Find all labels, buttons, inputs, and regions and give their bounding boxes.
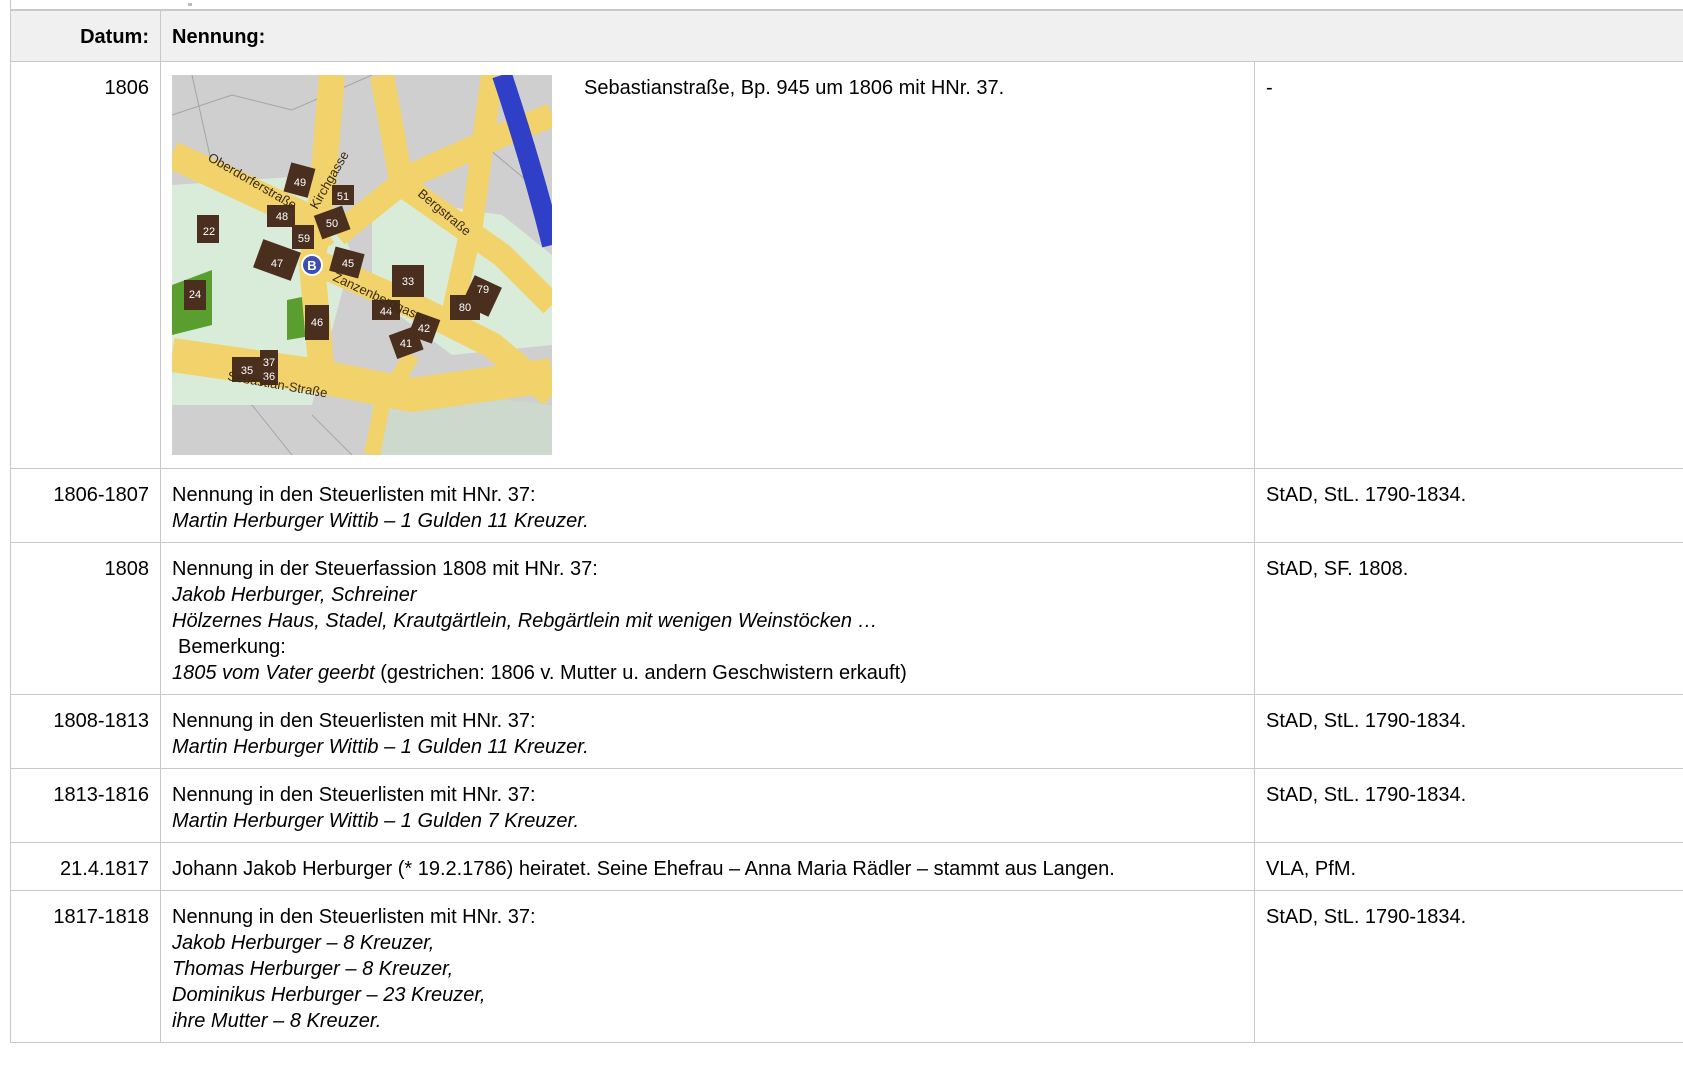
row-entry: 49 51 48 50 22 59 45 47 33 79 80 24 44 4… [160, 61, 1255, 469]
row-note-rest: (gestrichen: 1806 v. Mutter u. andern Ge… [374, 662, 907, 684]
row-source: StAD, StL. 1790-1834. [1254, 890, 1683, 1043]
svg-text:41: 41 [400, 338, 412, 350]
table-row: 1806 49 51 48 50 22 59 45 47 33 79 80 24… [10, 61, 1683, 469]
row-source: StAD, StL. 1790-1834. [1254, 694, 1683, 769]
svg-text:80: 80 [459, 302, 471, 314]
row-entry-text: Nennung in der Steuerfassion 1808 mit HN… [172, 558, 598, 580]
row-entry-detail: ihre Mutter – 8 Kreuzer. [172, 1010, 382, 1032]
svg-text:59: 59 [298, 233, 310, 245]
table-row: 1813-1816 Nennung in den Steuerlisten mi… [10, 768, 1683, 843]
history-table: Datum: Nennung: 1806 49 51 48 50 22 59 4… [10, 10, 1683, 1043]
svg-text:51: 51 [337, 191, 349, 203]
svg-text:24: 24 [189, 289, 201, 301]
row-entry-text: Johann Jakob Herburger (* 19.2.1786) hei… [172, 858, 1115, 880]
row-date: 1817-1818 [10, 890, 161, 1043]
row-source: VLA, PfM. [1254, 842, 1683, 891]
row-entry-detail: Hölzernes Haus, Stadel, Krautgärtlein, R… [172, 610, 878, 632]
row-source: StAD, StL. 1790-1834. [1254, 768, 1683, 843]
svg-text:B: B [307, 258, 316, 273]
row-date: 21.4.1817 [10, 842, 161, 891]
row-date: 1806-1807 [10, 468, 161, 543]
table-header-row: Datum: Nennung: [10, 10, 1683, 62]
row-entry-detail: Martin Herburger Wittib – 1 Gulden 7 Kre… [172, 810, 580, 832]
row-entry-text: Nennung in den Steuerlisten mit HNr. 37: [172, 484, 536, 506]
date-column-header: Datum: [10, 10, 161, 62]
svg-text:47: 47 [271, 258, 283, 270]
row-date: 1808-1813 [10, 694, 161, 769]
svg-text:46: 46 [311, 317, 323, 329]
row-entry-detail: Dominikus Herburger – 23 Kreuzer, [172, 984, 486, 1006]
row-entry: Nennung in den Steuerlisten mit HNr. 37:… [160, 768, 1255, 843]
row-source: StAD, SF. 1808. [1254, 542, 1683, 695]
svg-text:45: 45 [342, 258, 354, 270]
row-source: - [1254, 61, 1683, 469]
row-date: 1806 [10, 61, 161, 469]
row-entry-text: Sebastianstraße, Bp. 945 um 1806 mit HNr… [584, 77, 1005, 99]
table-row: 1808-1813 Nennung in den Steuerlisten mi… [10, 694, 1683, 769]
row-entry-detail: Martin Herburger Wittib – 1 Gulden 11 Kr… [172, 510, 589, 532]
house-number: 49 [294, 177, 306, 189]
svg-text:22: 22 [203, 226, 215, 238]
row-date: 1808 [10, 542, 161, 695]
row-entry: Johann Jakob Herburger (* 19.2.1786) hei… [160, 842, 1255, 891]
previous-table-edge [10, 0, 1683, 10]
row-entry-text: Nennung in den Steuerlisten mit HNr. 37: [172, 906, 536, 928]
row-entry-detail: Jakob Herburger – 8 Kreuzer, [172, 932, 435, 954]
svg-text:50: 50 [326, 218, 338, 230]
table-row: 21.4.1817 Johann Jakob Herburger (* 19.2… [10, 842, 1683, 891]
row-entry-text: Nennung in den Steuerlisten mit HNr. 37: [172, 784, 536, 806]
edge-tick [188, 3, 192, 6]
site-map-image: 49 51 48 50 22 59 45 47 33 79 80 24 44 4… [172, 75, 552, 455]
row-source: StAD, StL. 1790-1834. [1254, 468, 1683, 543]
svg-text:33: 33 [402, 276, 414, 288]
table-row: 1817-1818 Nennung in den Steuerlisten mi… [10, 890, 1683, 1043]
row-entry-detail: Thomas Herburger – 8 Kreuzer, [172, 958, 454, 980]
svg-text:79: 79 [477, 284, 489, 296]
row-entry-detail: Jakob Herburger, Schreiner [172, 584, 417, 606]
row-entry-text: Nennung in den Steuerlisten mit HNr. 37: [172, 710, 536, 732]
svg-text:48: 48 [276, 211, 288, 223]
row-note: 1805 vom Vater geerbt (gestrichen: 1806 … [172, 660, 1243, 686]
row-entry-detail: Martin Herburger Wittib – 1 Gulden 11 Kr… [172, 736, 589, 758]
svg-text:37: 37 [263, 357, 275, 369]
table-row: 1808 Nennung in der Steuerfassion 1808 m… [10, 542, 1683, 695]
table-row: 1806-1807 Nennung in den Steuerlisten mi… [10, 468, 1683, 543]
entry-column-header: Nennung: [160, 10, 1683, 62]
row-note-italic: 1805 vom Vater geerbt [172, 662, 375, 684]
row-note-label: Bemerkung: [178, 636, 286, 658]
row-entry: Nennung in den Steuerlisten mit HNr. 37:… [160, 694, 1255, 769]
row-entry: Nennung in den Steuerlisten mit HNr. 37:… [160, 890, 1255, 1043]
row-entry: Nennung in den Steuerlisten mit HNr. 37:… [160, 468, 1255, 543]
row-entry: Nennung in der Steuerfassion 1808 mit HN… [160, 542, 1255, 695]
row-date: 1813-1816 [10, 768, 161, 843]
